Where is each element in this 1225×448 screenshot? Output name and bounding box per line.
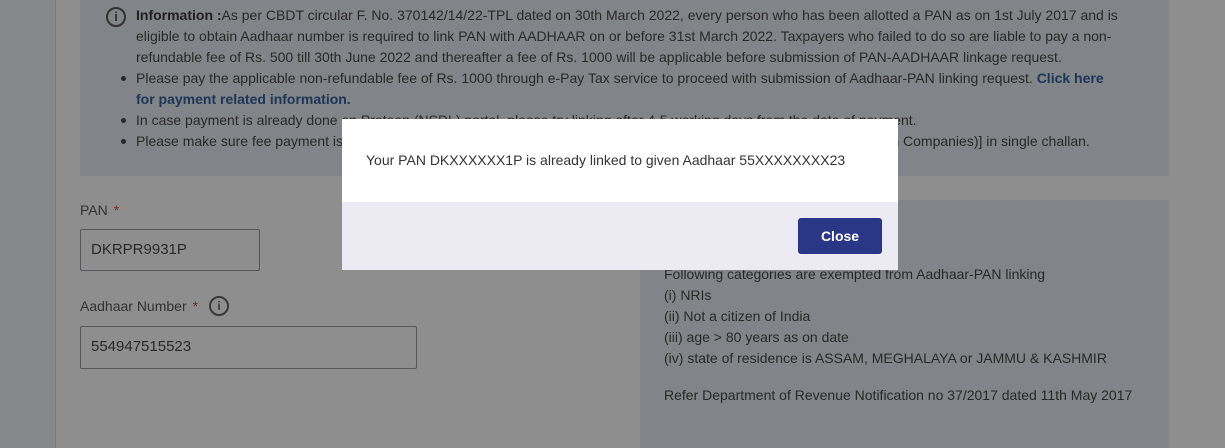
- dialog-footer: Close: [342, 202, 898, 270]
- dialog-message: Your PAN DKXXXXXX1P is already linked to…: [366, 152, 846, 168]
- linked-status-dialog: Your PAN DKXXXXXX1P is already linked to…: [342, 119, 898, 270]
- close-button[interactable]: Close: [798, 218, 882, 254]
